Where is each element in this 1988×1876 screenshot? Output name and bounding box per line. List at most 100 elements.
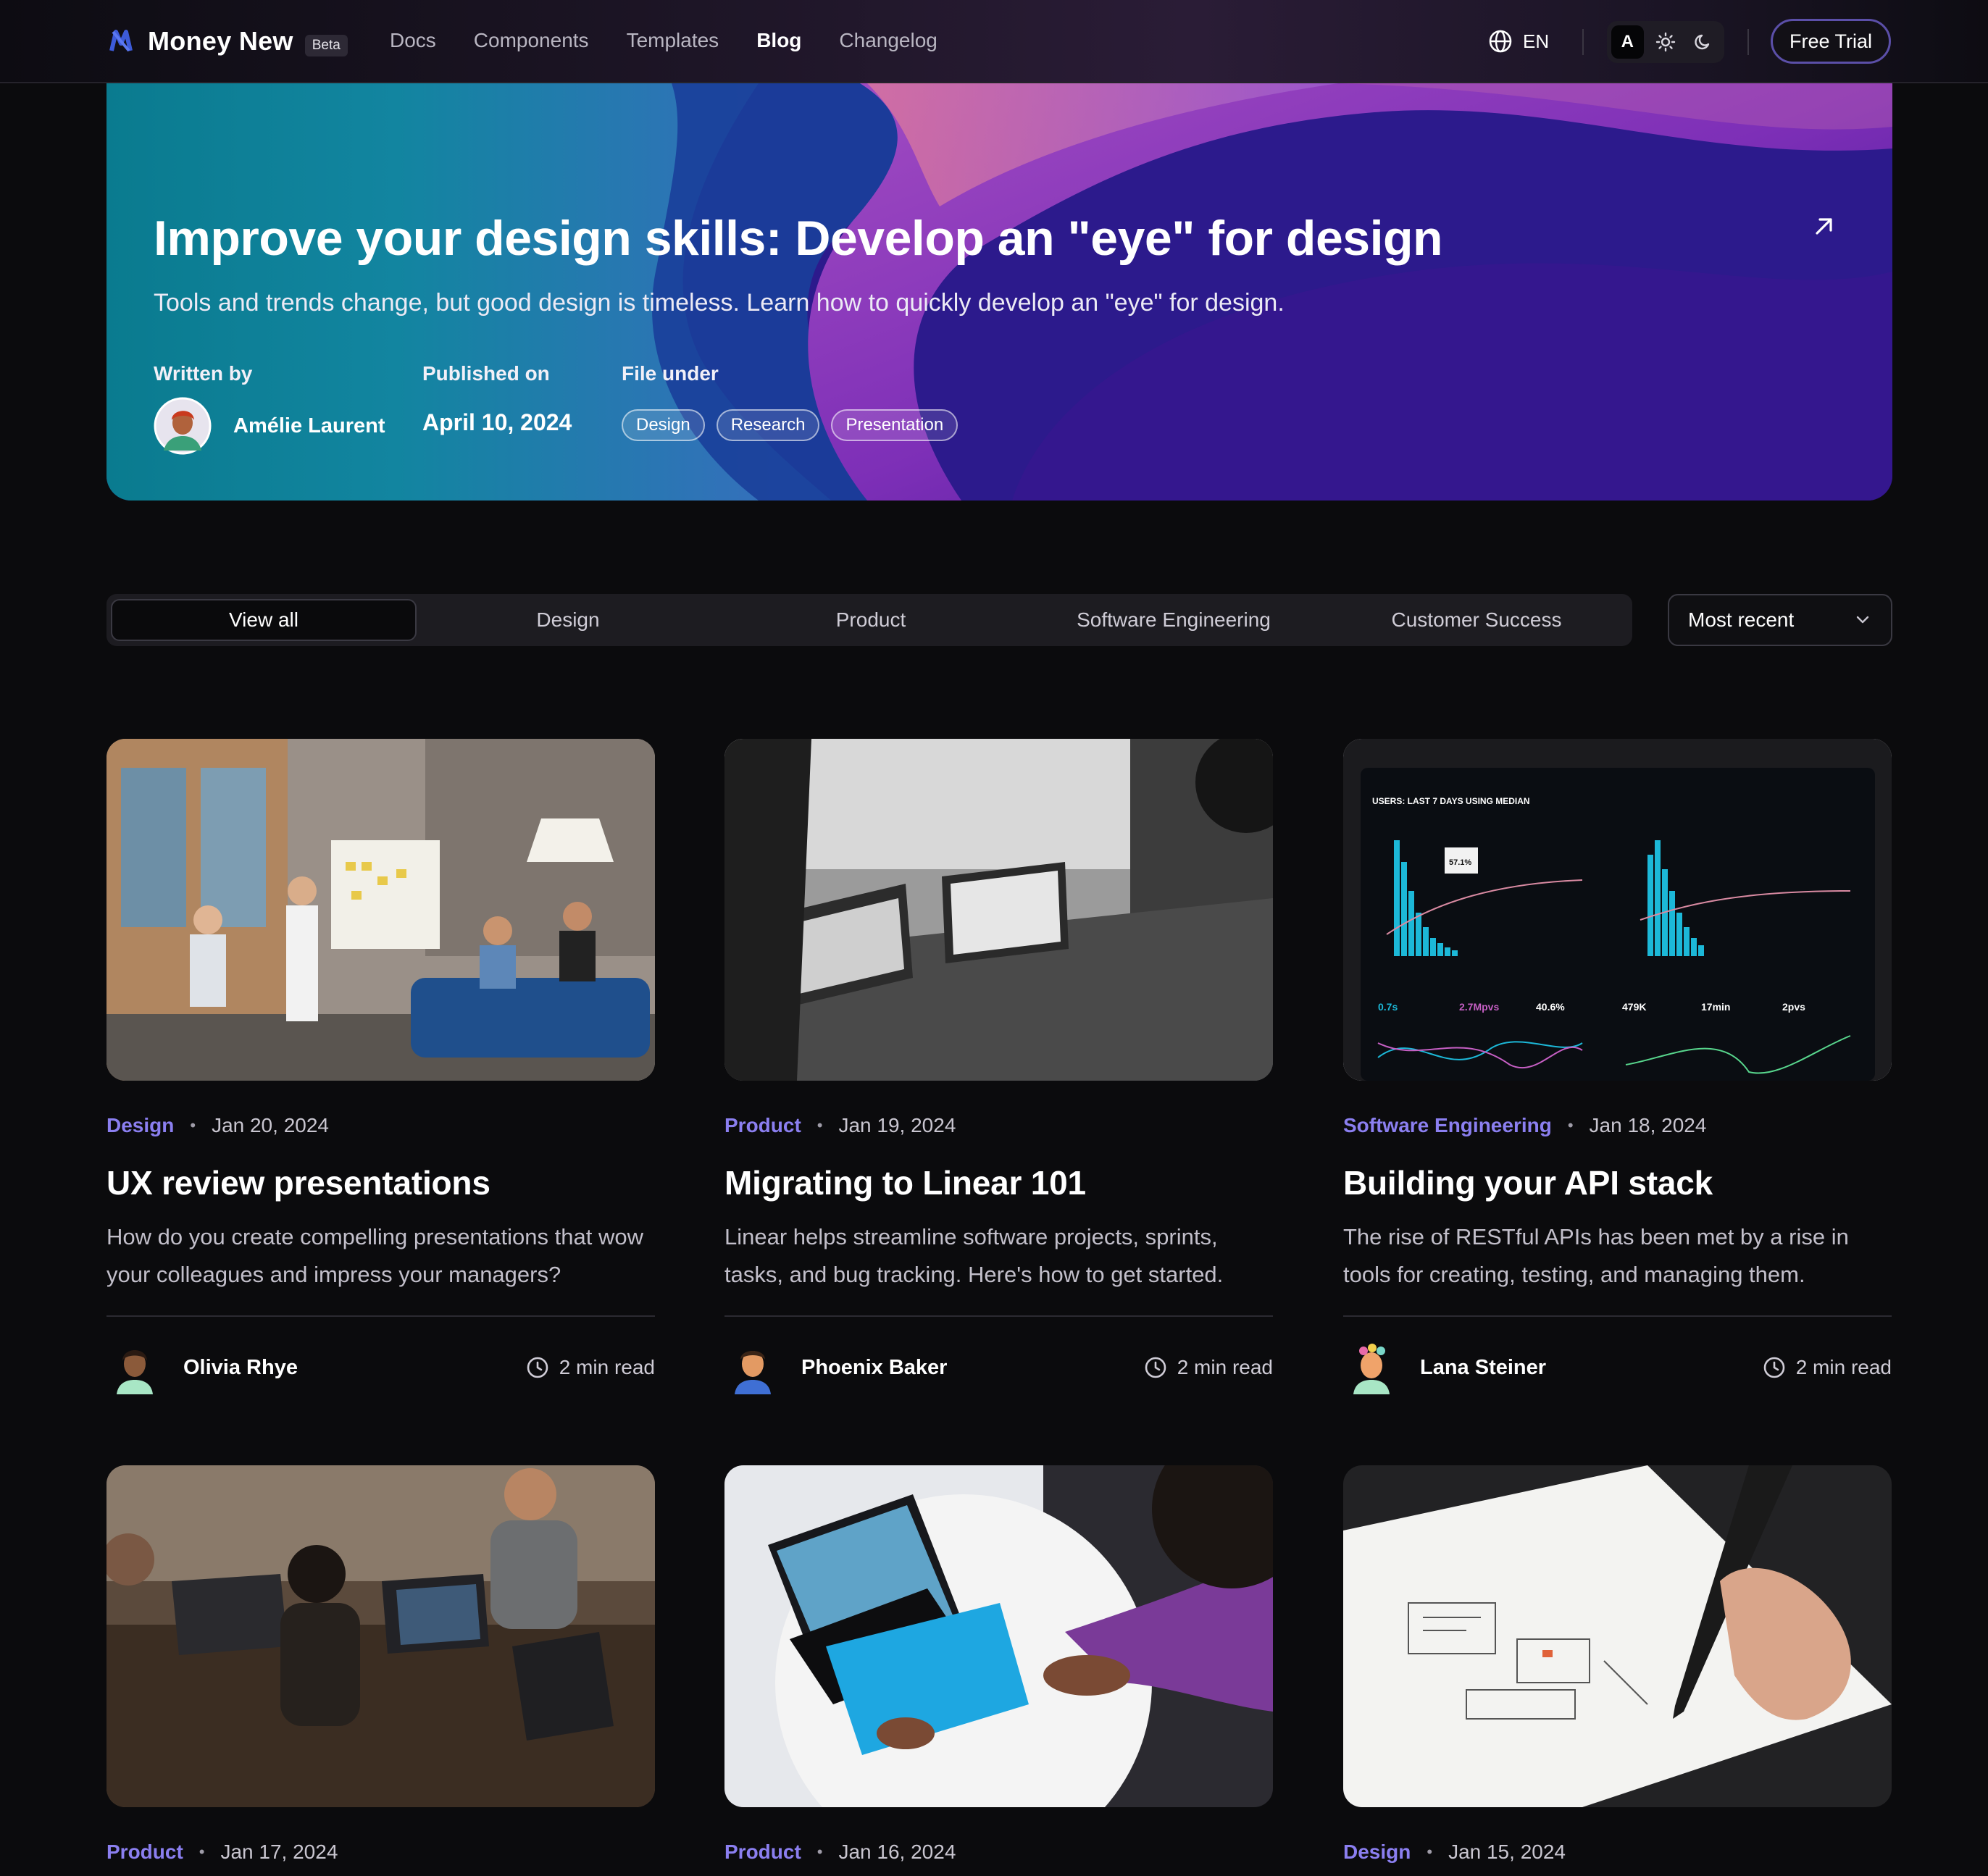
tag-presentation[interactable]: Presentation: [831, 409, 958, 441]
post-card[interactable]: Product • Jan 19, 2024 Migrating to Line…: [724, 739, 1273, 1398]
hero-author-name: Amélie Laurent: [233, 414, 385, 437]
post-footer: Phoenix Baker 2 min read: [724, 1337, 1273, 1398]
avatar: [154, 397, 212, 455]
post-category[interactable]: Design: [106, 1114, 174, 1137]
post-category[interactable]: Software Engineering: [1343, 1114, 1552, 1137]
read-time: 2 min read: [1763, 1356, 1892, 1379]
chevron-down-icon: [1856, 616, 1869, 624]
meta-separator: •: [190, 1116, 196, 1134]
coworking-photo: [106, 1465, 655, 1807]
featured-post-hero[interactable]: Improve your design skills: Develop an "…: [106, 83, 1892, 501]
theme-dark-button[interactable]: [1687, 25, 1720, 59]
post-card[interactable]: USERS: LAST 7 DAYS USING MEDIAN 57.1% 0.…: [1343, 739, 1892, 1398]
tab-design[interactable]: Design: [417, 599, 719, 641]
post-category[interactable]: Product: [724, 1114, 801, 1137]
post-date: Jan 17, 2024: [220, 1841, 338, 1863]
clock-icon: [1145, 1357, 1166, 1378]
post-image[interactable]: USERS: LAST 7 DAYS USING MEDIAN 57.1% 0.…: [1343, 739, 1892, 1081]
nav-link-docs[interactable]: Docs: [390, 29, 436, 52]
post-image[interactable]: [106, 739, 655, 1081]
tag-research[interactable]: Research: [716, 409, 820, 441]
nav-link-changelog[interactable]: Changelog: [839, 29, 937, 52]
divider: [106, 1315, 655, 1317]
post-meta: Design • Jan 20, 2024: [106, 1114, 655, 1137]
theme-switcher: A: [1607, 21, 1724, 63]
post-category[interactable]: Design: [1343, 1841, 1411, 1864]
post-meta: Product • Jan 16, 2024: [724, 1841, 1273, 1864]
post-title[interactable]: Migrating to Linear 101: [724, 1163, 1273, 1202]
nav-link-blog[interactable]: Blog: [756, 29, 801, 52]
post-card[interactable]: Product • Jan 17, 2024: [106, 1465, 655, 1864]
language-selector[interactable]: EN: [1488, 29, 1549, 54]
brand-name: Money New: [148, 26, 293, 56]
tab-software-engineering[interactable]: Software Engineering: [1022, 599, 1325, 641]
post-date: Jan 20, 2024: [212, 1114, 329, 1136]
tag-design[interactable]: Design: [622, 409, 705, 441]
dashboard-header: USERS: LAST 7 DAYS USING MEDIAN: [1372, 796, 1530, 806]
sun-icon: [1655, 32, 1676, 52]
post-category[interactable]: Product: [724, 1841, 801, 1864]
post-author[interactable]: Lana Steiner: [1343, 1339, 1546, 1396]
theme-light-button[interactable]: [1650, 25, 1682, 59]
nav-link-templates[interactable]: Templates: [627, 29, 719, 52]
hero-published-date: April 10, 2024: [422, 409, 572, 435]
beta-badge: Beta: [304, 35, 348, 56]
hero-title[interactable]: Improve your design skills: Develop an "…: [154, 210, 1443, 267]
post-title[interactable]: Building your API stack: [1343, 1163, 1892, 1202]
dashboard-callout: 57.1%: [1449, 858, 1471, 867]
post-card[interactable]: Design • Jan 20, 2024 UX review presenta…: [106, 739, 655, 1398]
post-card[interactable]: Design • Jan 15, 2024: [1343, 1465, 1892, 1864]
dashboard-metric: 2pvs: [1782, 1001, 1805, 1013]
post-footer: Olivia Rhye 2 min read: [106, 1337, 655, 1398]
post-meta: Product • Jan 19, 2024: [724, 1114, 1273, 1137]
tab-customer-success[interactable]: Customer Success: [1325, 599, 1628, 641]
published-label: Published on: [422, 362, 550, 385]
file-under-label: File under: [622, 362, 719, 385]
laptop-meeting-photo: [724, 739, 1273, 1081]
theme-auto-button[interactable]: A: [1611, 25, 1644, 59]
post-date: Jan 16, 2024: [838, 1841, 956, 1863]
arrow-up-right-icon[interactable]: [1812, 214, 1837, 238]
moon-icon: [1695, 34, 1709, 50]
sort-value: Most recent: [1688, 608, 1795, 631]
post-description: How do you create compelling presentatio…: [106, 1224, 643, 1287]
language-label: EN: [1523, 30, 1550, 52]
post-card[interactable]: Product • Jan 16, 2024: [724, 1465, 1273, 1864]
post-category[interactable]: Product: [106, 1841, 183, 1864]
post-meta: Product • Jan 17, 2024: [106, 1841, 655, 1864]
avatar: [117, 1350, 153, 1394]
tab-product[interactable]: Product: [719, 599, 1022, 641]
clock-icon: [527, 1357, 548, 1378]
avatar: [1353, 1344, 1390, 1394]
read-time-label: 2 min read: [1177, 1356, 1273, 1378]
blog-page: Money New Beta Docs Components Templates…: [0, 0, 1988, 1876]
divider: [1343, 1315, 1892, 1317]
sort-select[interactable]: Most recent: [1668, 594, 1892, 646]
post-image[interactable]: [724, 739, 1273, 1081]
post-author[interactable]: Phoenix Baker: [724, 1339, 947, 1396]
dashboard-metric: 0.7s: [1378, 1001, 1398, 1013]
post-description: The rise of RESTful APIs has been met by…: [1343, 1224, 1849, 1287]
post-description: Linear helps streamline software project…: [724, 1224, 1224, 1287]
post-image[interactable]: [106, 1465, 655, 1807]
globe-icon: [1489, 30, 1512, 53]
post-date: Jan 18, 2024: [1589, 1114, 1707, 1136]
post-date: Jan 19, 2024: [838, 1114, 956, 1136]
post-date: Jan 15, 2024: [1448, 1841, 1566, 1863]
meta-separator: •: [199, 1843, 205, 1861]
category-tabs: View all Design Product Software Enginee…: [106, 594, 1632, 646]
nav-link-components[interactable]: Components: [474, 29, 589, 52]
post-image[interactable]: [1343, 1465, 1892, 1807]
meta-separator: •: [1567, 1116, 1574, 1134]
nav-divider: [1747, 29, 1749, 55]
top-nav: Money New Beta Docs Components Templates…: [0, 0, 1988, 83]
post-title[interactable]: UX review presentations: [106, 1163, 655, 1202]
tab-view-all[interactable]: View all: [111, 599, 417, 641]
post-image[interactable]: [724, 1465, 1273, 1807]
free-trial-button[interactable]: Free Trial: [1771, 19, 1891, 64]
hero-tags: Design Research Presentation: [622, 409, 958, 441]
tablet-typing-photo: [724, 1465, 1273, 1807]
hero-author[interactable]: Amélie Laurent: [154, 397, 385, 455]
brand-logo[interactable]: Money New Beta: [109, 26, 348, 56]
post-author[interactable]: Olivia Rhye: [106, 1339, 298, 1396]
